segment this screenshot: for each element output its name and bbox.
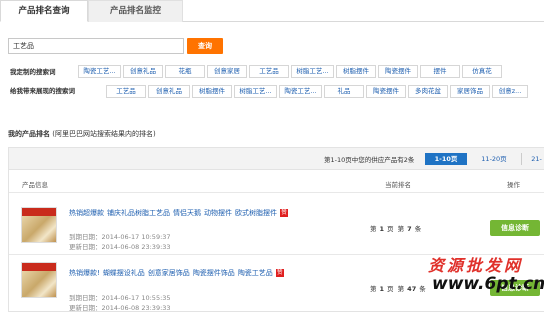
keyword-chip[interactable]: 摆件 xyxy=(420,65,460,78)
expire-date-label: 到期日期： xyxy=(69,294,102,302)
rank-position-unit: 条 xyxy=(419,285,426,293)
rank-page: 1 xyxy=(379,285,385,293)
ranking-title: 我的产品排名 (阿里巴巴网站搜索结果内的排名) xyxy=(8,129,156,139)
custom-keywords-label: 我定制的搜索词 xyxy=(10,68,56,76)
expire-date: 到期日期：2014-06-17 10:59:37 xyxy=(69,231,171,241)
update-date: 更新日期：2014-06-08 23:39:33 xyxy=(69,241,171,251)
rank-prefix: 第 xyxy=(370,285,377,293)
product-thumbnail[interactable] xyxy=(21,207,57,243)
column-header-info: 产品信息 xyxy=(22,181,48,189)
rank-page-unit: 页 xyxy=(387,225,394,233)
position-prefix: 第 xyxy=(397,285,405,293)
summary-text: 第1-10页中您的供应产品有2条 xyxy=(324,156,415,164)
keyword-chip[interactable]: 工艺品 xyxy=(106,85,146,98)
expire-date-value: 2014-06-17 10:59:37 xyxy=(101,233,171,241)
tab-product-ranking-monitor[interactable]: 产品排名监控 xyxy=(88,0,183,22)
current-rank: 第1页 第 47 条 xyxy=(370,283,426,293)
keyword-chip[interactable]: 陶瓷工艺... xyxy=(279,85,322,98)
rank-position-unit: 条 xyxy=(414,225,422,233)
tab-bar: 产品排名查询 产品排名监控 xyxy=(0,0,544,22)
hot-badge: 赞 xyxy=(280,209,288,217)
rank-position: 47 xyxy=(407,285,417,293)
keyword-chip[interactable]: 仿真花 xyxy=(462,65,502,78)
tab-product-ranking-query[interactable]: 产品排名查询 xyxy=(0,0,88,22)
expire-date: 到期日期：2014-06-17 10:55:35 xyxy=(69,292,171,302)
keyword-chip[interactable]: 树脂工艺... xyxy=(234,85,277,98)
watermark-url: www.6pt.cn xyxy=(432,274,544,294)
expire-date-label: 到期日期： xyxy=(69,233,102,241)
rank-page-unit: 页 xyxy=(387,285,394,293)
summary-bar: 第1-10页中您的供应产品有2条 1-10页 11-20页 21- xyxy=(9,148,544,170)
ranking-subtitle: (阿里巴巴网站搜索结果内的排名) xyxy=(52,130,156,138)
title-word: 欧式树脂摆件 xyxy=(235,209,277,217)
product-title[interactable]: 热销超爆款 铺庆礼品树脂工艺品 情侣天鹅 动物摆件 欧式树脂摆件赞 xyxy=(69,208,291,218)
keyword-chip[interactable]: 创意家居 xyxy=(207,65,247,78)
keyword-chip[interactable]: 陶瓷摆件 xyxy=(366,85,406,98)
keyword-chip[interactable]: 树脂工艺... xyxy=(291,65,334,78)
watermark-title: 资源批发网 xyxy=(428,256,524,275)
product-thumbnail[interactable] xyxy=(21,262,57,298)
title-word: 创意家居饰品 xyxy=(147,269,190,277)
title-word: 陶瓷摆件饰品 xyxy=(192,269,235,277)
title-word: 热销超爆款 xyxy=(69,209,104,217)
info-diagnosis-button[interactable]: 信息诊断 xyxy=(490,220,540,236)
keyword-chip[interactable]: 花瓶 xyxy=(165,65,205,78)
search-input[interactable] xyxy=(8,38,184,54)
update-date-value: 2014-06-08 23:39:33 xyxy=(101,243,171,251)
title-word: 动物摆件 xyxy=(204,209,232,217)
keyword-chip[interactable]: 创意z... xyxy=(492,85,528,98)
rank-page: 1 xyxy=(379,225,385,233)
page-range-21[interactable]: 21- xyxy=(521,153,544,165)
row-divider xyxy=(9,192,544,193)
update-date-value: 2014-06-08 23:39:33 xyxy=(101,304,171,312)
search-button[interactable]: 查询 xyxy=(187,38,223,54)
suggested-keywords-list: 工艺品 创意礼品 树脂摆件 树脂工艺... 陶瓷工艺... 礼品 陶瓷摆件 多肉… xyxy=(106,85,528,98)
update-date-label: 更新日期： xyxy=(69,304,102,312)
ranking-title-text: 我的产品排名 xyxy=(8,130,50,138)
keyword-chip[interactable]: 创意礼品 xyxy=(123,65,163,78)
rank-position: 7 xyxy=(407,225,412,233)
custom-keywords-list: 陶瓷工艺... 创意礼品 花瓶 创意家居 工艺品 树脂工艺... 树脂摆件 陶瓷… xyxy=(78,65,502,78)
page-range-11-20[interactable]: 11-20页 xyxy=(475,153,513,165)
suggested-keywords-label: 给我带来展现的搜索词 xyxy=(10,87,75,95)
keyword-chip[interactable]: 创意礼品 xyxy=(148,85,190,98)
title-word: 情侣天鹅 xyxy=(173,209,201,217)
title-word: 陶瓷工艺品 xyxy=(237,269,273,277)
keyword-chip[interactable]: 陶瓷摆件 xyxy=(378,65,418,78)
title-word: 铺庆礼品树脂工艺品 xyxy=(107,209,170,217)
page-range-1-10[interactable]: 1-10页 xyxy=(425,153,467,165)
title-word: 蝴蝶摆设礼品 xyxy=(102,269,145,277)
current-rank: 第1页 第7条 xyxy=(370,223,421,233)
keyword-chip[interactable]: 多肉花盆 xyxy=(408,85,448,98)
column-header-rank: 当前排名 xyxy=(385,181,411,189)
keyword-chip[interactable]: 礼品 xyxy=(324,85,364,98)
update-date-label: 更新日期： xyxy=(69,243,102,251)
keyword-chip[interactable]: 陶瓷工艺... xyxy=(78,65,121,78)
title-word: 热销爆款! xyxy=(69,269,100,277)
keyword-chip[interactable]: 树脂摆件 xyxy=(192,85,232,98)
position-prefix: 第 xyxy=(397,225,405,233)
keyword-chip[interactable]: 工艺品 xyxy=(249,65,289,78)
product-title[interactable]: 热销爆款! 蝴蝶摆设礼品 创意家居饰品 陶瓷摆件饰品 陶瓷工艺品赞 xyxy=(69,268,287,278)
update-date: 更新日期：2014-06-08 23:39:33 xyxy=(69,302,171,312)
keyword-chip[interactable]: 树脂摆件 xyxy=(336,65,376,78)
keyword-chip[interactable]: 家居饰品 xyxy=(450,85,490,98)
hot-badge: 赞 xyxy=(275,269,284,277)
rank-prefix: 第 xyxy=(370,225,377,233)
column-header-action: 操作 xyxy=(507,181,520,189)
expire-date-value: 2014-06-17 10:55:35 xyxy=(101,294,171,302)
